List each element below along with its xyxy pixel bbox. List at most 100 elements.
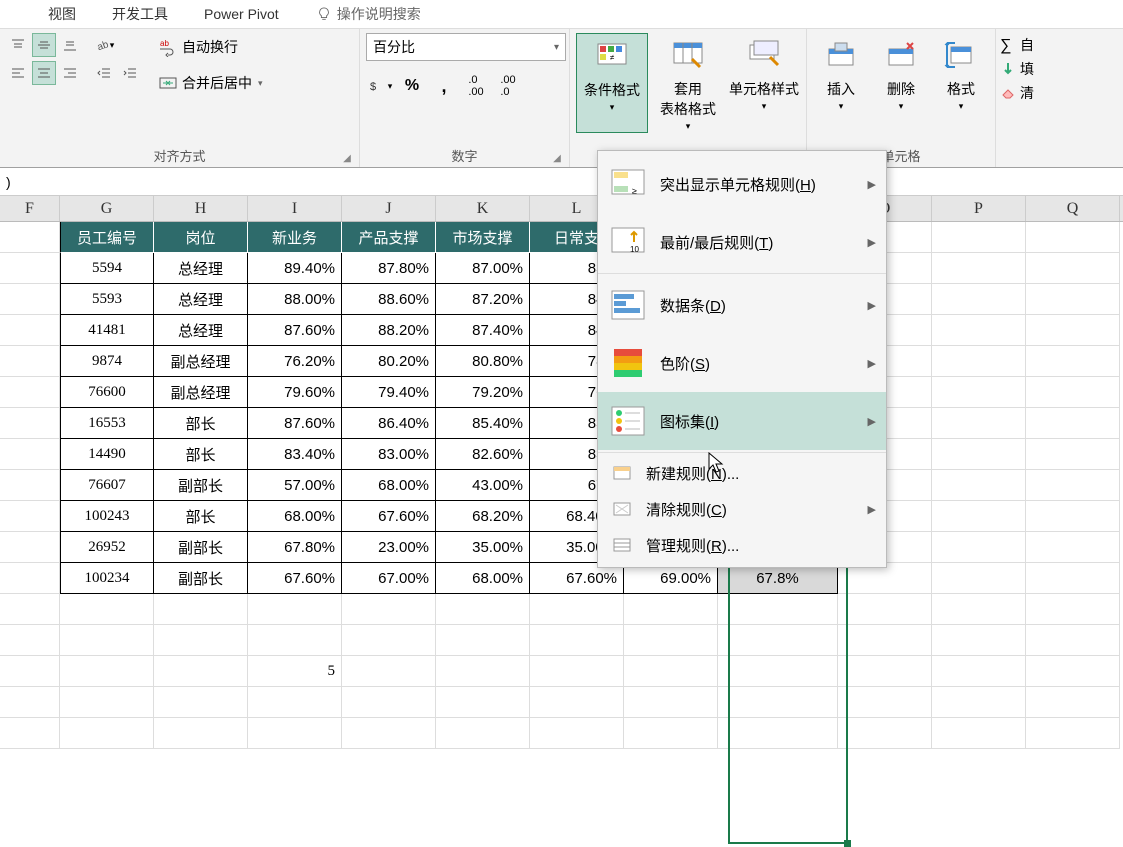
percent-format[interactable]: % — [398, 73, 426, 99]
comma-format[interactable]: , — [430, 73, 458, 99]
menu-data-bars[interactable]: 数据条(D) ▶ — [598, 276, 886, 334]
col-header[interactable]: K — [436, 196, 530, 221]
table-header[interactable]: 岗位 — [154, 222, 248, 253]
orientation[interactable]: ab▾ — [92, 33, 116, 57]
cell[interactable]: 79.20% — [436, 377, 530, 408]
cell[interactable] — [624, 594, 718, 625]
cell[interactable] — [0, 625, 60, 656]
cell[interactable]: 85.40% — [436, 408, 530, 439]
table-header[interactable]: 员工编号 — [60, 222, 154, 253]
col-header[interactable]: I — [248, 196, 342, 221]
cell[interactable]: 67.60% — [342, 501, 436, 532]
align-bottom[interactable] — [58, 33, 82, 57]
insert-cells[interactable]: 插入▾ — [813, 33, 869, 133]
format-as-table[interactable]: 套用 表格格式▾ — [652, 33, 724, 133]
cell[interactable] — [248, 687, 342, 718]
cell[interactable]: 67.80% — [248, 532, 342, 563]
increase-indent[interactable] — [118, 61, 142, 85]
cell[interactable] — [0, 718, 60, 749]
cell[interactable]: 副总经理 — [154, 346, 248, 377]
col-header[interactable]: G — [60, 196, 154, 221]
col-header[interactable]: P — [932, 196, 1026, 221]
number-launcher-icon[interactable]: ◢ — [551, 153, 563, 165]
cell[interactable]: 87.40% — [436, 315, 530, 346]
align-top[interactable] — [6, 33, 30, 57]
cell[interactable] — [60, 687, 154, 718]
table-row[interactable]: 26952副部长67.80%23.00%35.00%35.00%68.80%45… — [0, 532, 1123, 563]
cell[interactable] — [1026, 594, 1120, 625]
table-header[interactable]: 市场支撑 — [436, 222, 530, 253]
align-launcher-icon[interactable]: ◢ — [341, 153, 353, 165]
cell[interactable]: 100234 — [60, 563, 154, 594]
cell[interactable] — [624, 687, 718, 718]
col-header[interactable]: F — [0, 196, 60, 221]
cell[interactable]: 部长 — [154, 439, 248, 470]
cell[interactable] — [342, 718, 436, 749]
cell[interactable]: 76.20% — [248, 346, 342, 377]
wrap-text[interactable]: ab 自动换行 — [152, 33, 269, 61]
cell[interactable]: 100243 — [60, 501, 154, 532]
menu-new-rule[interactable]: 新建规则(N)... — [598, 455, 886, 491]
conditional-formatting[interactable]: ≠ 条件格式▾ — [576, 33, 648, 133]
cell[interactable] — [838, 718, 932, 749]
menu-color-scales[interactable]: 色阶(S) ▶ — [598, 334, 886, 392]
decrease-decimal[interactable]: .00.0 — [494, 73, 522, 99]
cell[interactable] — [932, 687, 1026, 718]
cell[interactable] — [530, 687, 624, 718]
cell[interactable] — [154, 718, 248, 749]
cell[interactable]: 副部长 — [154, 470, 248, 501]
format-cells[interactable]: 格式▾ — [933, 33, 989, 133]
cell[interactable] — [248, 718, 342, 749]
fill[interactable]: 填 — [1000, 57, 1034, 81]
cell[interactable]: 23.00% — [342, 532, 436, 563]
cell[interactable] — [154, 625, 248, 656]
cell[interactable] — [932, 594, 1026, 625]
align-center[interactable] — [32, 61, 56, 85]
cell[interactable]: 部长 — [154, 408, 248, 439]
menu-clear-rules[interactable]: 清除规则(C) ▶ — [598, 491, 886, 527]
col-header[interactable]: Q — [1026, 196, 1120, 221]
menu-view[interactable]: 视图 — [30, 4, 94, 24]
cell[interactable] — [838, 625, 932, 656]
cell[interactable]: 68.00% — [342, 470, 436, 501]
cell[interactable] — [0, 656, 60, 687]
menu-icon-sets[interactable]: 图标集(I) ▶ — [598, 392, 886, 450]
menu-powerpivot[interactable]: Power Pivot — [186, 6, 297, 22]
cell[interactable] — [436, 718, 530, 749]
cell[interactable]: 88.20% — [342, 315, 436, 346]
cell[interactable]: 67.60% — [248, 563, 342, 594]
col-header[interactable]: J — [342, 196, 436, 221]
table-row[interactable]: 100243部长68.00%67.60%68.20%68.40%68.00%68… — [0, 501, 1123, 532]
cell[interactable]: 83.00% — [342, 439, 436, 470]
cell[interactable]: 79.60% — [248, 377, 342, 408]
cell[interactable] — [624, 656, 718, 687]
cell[interactable]: 82.60% — [436, 439, 530, 470]
menu-manage-rules[interactable]: 管理规则(R)... — [598, 527, 886, 563]
cell-styles[interactable]: 单元格样式▾ — [728, 33, 800, 133]
cell[interactable] — [60, 718, 154, 749]
cell[interactable]: 总经理 — [154, 253, 248, 284]
accounting-format[interactable]: $▾ — [366, 73, 394, 99]
cell[interactable]: 68.00% — [436, 563, 530, 594]
align-right[interactable] — [58, 61, 82, 85]
cell[interactable] — [838, 687, 932, 718]
cell[interactable]: 5593 — [60, 284, 154, 315]
cell[interactable] — [0, 594, 60, 625]
cell[interactable] — [154, 656, 248, 687]
cell[interactable]: 副部长 — [154, 532, 248, 563]
cell[interactable] — [1026, 625, 1120, 656]
cell[interactable]: 41481 — [60, 315, 154, 346]
cell[interactable] — [342, 656, 436, 687]
cell[interactable]: 80.80% — [436, 346, 530, 377]
cell[interactable] — [530, 625, 624, 656]
cell[interactable]: 68.20% — [436, 501, 530, 532]
table-row[interactable]: 14490部长83.40%83.00%82.60%83.0 — [0, 439, 1123, 470]
table-header[interactable]: 产品支撑 — [342, 222, 436, 253]
cell[interactable] — [932, 718, 1026, 749]
cell[interactable]: 87.20% — [436, 284, 530, 315]
cell[interactable]: 14490 — [60, 439, 154, 470]
delete-cells[interactable]: 删除▾ — [873, 33, 929, 133]
cell[interactable]: 16553 — [60, 408, 154, 439]
cell[interactable]: 副部长 — [154, 563, 248, 594]
cell[interactable] — [718, 687, 838, 718]
